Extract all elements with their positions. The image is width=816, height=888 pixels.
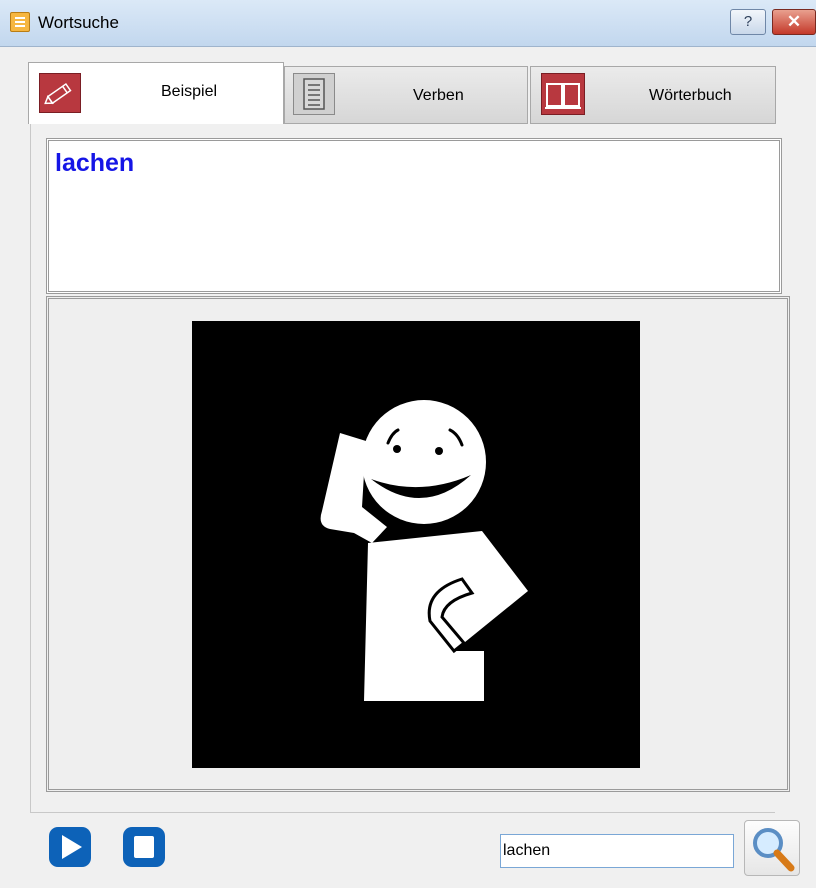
search-button[interactable] xyxy=(744,820,800,876)
tab-label: Beispiel xyxy=(161,83,218,100)
tab-label: Wörterbuch xyxy=(649,87,732,104)
title-bar: Wortsuche ? ✕ xyxy=(0,0,816,47)
book-icon xyxy=(541,73,585,115)
laughing-person-pictogram xyxy=(192,321,640,768)
play-button[interactable] xyxy=(48,826,92,868)
stop-icon xyxy=(123,827,165,867)
word-display: lachen xyxy=(46,138,782,294)
close-button[interactable]: ✕ xyxy=(772,9,816,35)
pencil-icon xyxy=(39,73,81,113)
help-button[interactable]: ? xyxy=(730,9,766,35)
app-icon xyxy=(10,12,30,32)
stop-button[interactable] xyxy=(122,826,166,868)
tab-woerterbuch[interactable]: Wörterbuch xyxy=(530,66,776,124)
document-icon xyxy=(293,73,335,115)
window-title: Wortsuche xyxy=(38,13,119,32)
word-text: lachen xyxy=(55,149,135,177)
play-icon xyxy=(49,827,91,867)
tab-label: Verben xyxy=(413,87,464,104)
tab-verben[interactable]: Verben xyxy=(284,66,528,124)
magnifier-icon xyxy=(753,828,795,872)
tab-beispiel[interactable]: Beispiel xyxy=(28,62,284,124)
search-input[interactable] xyxy=(500,834,734,868)
